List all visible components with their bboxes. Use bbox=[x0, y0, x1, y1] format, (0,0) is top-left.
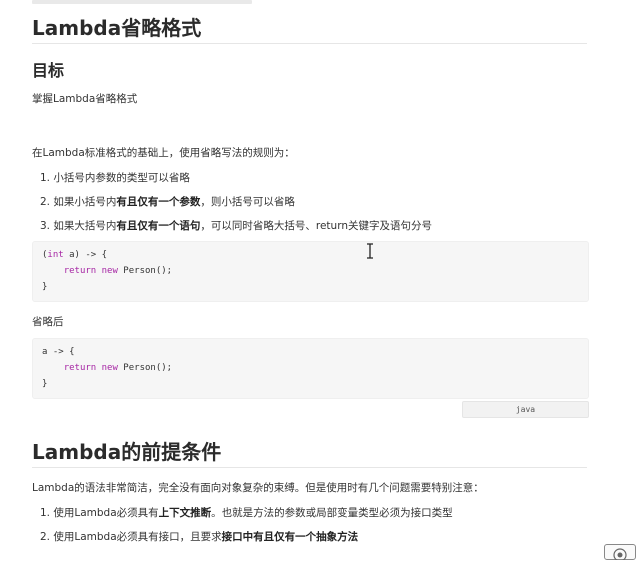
code-line: a -> { bbox=[42, 347, 75, 357]
preconditions-intro: Lambda的语法非常简洁，完全没有面向对象复杂的束缚。但是使用时有几个问题需要… bbox=[32, 482, 484, 494]
goal-text: 掌握Lambda省略格式 bbox=[32, 93, 138, 105]
goal-heading: 目标 bbox=[32, 61, 65, 80]
code-block-standard[interactable]: (int a) -> { return new Person(); } bbox=[32, 241, 589, 302]
preconditions-list: 1. 使用Lambda必须具有上下文推断。也就是方法的参数或局部变量类型必须为接… bbox=[40, 505, 453, 553]
code-line: return new Person(); bbox=[63, 266, 173, 276]
text-cursor-icon bbox=[366, 243, 374, 259]
rules-intro: 在Lambda标准格式的基础上，使用省略写法的规则为： bbox=[32, 147, 295, 159]
code-language-selector[interactable]: java bbox=[462, 401, 589, 418]
list-item: 1. 小括号内参数的类型可以省略 bbox=[40, 172, 190, 184]
after-omit-label: 省略后 bbox=[32, 316, 64, 328]
list-item: 2. 如果小括号内有且仅有一个参数，则小括号可以省略 bbox=[40, 196, 295, 208]
list-item: 2. 使用Lambda必须具有接口，且要求接口中有且仅有一个抽象方法 bbox=[40, 531, 359, 543]
code-line: return new Person(); bbox=[63, 363, 173, 373]
list-item: 3. 如果大括号内有且仅有一个语句，可以同时省略大括号、return关键字及语句… bbox=[40, 220, 432, 232]
title-divider bbox=[32, 467, 587, 468]
omit-rules-list: 1. 小括号内参数的类型可以省略 2. 如果小括号内有且仅有一个参数，则小括号可… bbox=[40, 170, 432, 242]
list-item: 1. 使用Lambda必须具有上下文推断。也就是方法的参数或局部变量类型必须为接… bbox=[40, 507, 453, 519]
section-title-preconditions: Lambda的前提条件 bbox=[32, 440, 222, 464]
code-block-omitted[interactable]: a -> { return new Person(); } bbox=[32, 338, 589, 399]
title-divider bbox=[32, 43, 587, 44]
code-line: } bbox=[42, 379, 48, 389]
code-line: } bbox=[42, 282, 48, 292]
section-title-omit-format: Lambda省略格式 bbox=[32, 16, 202, 40]
code-line: (int a) -> { bbox=[42, 250, 108, 260]
top-clipped-line bbox=[32, 0, 252, 4]
